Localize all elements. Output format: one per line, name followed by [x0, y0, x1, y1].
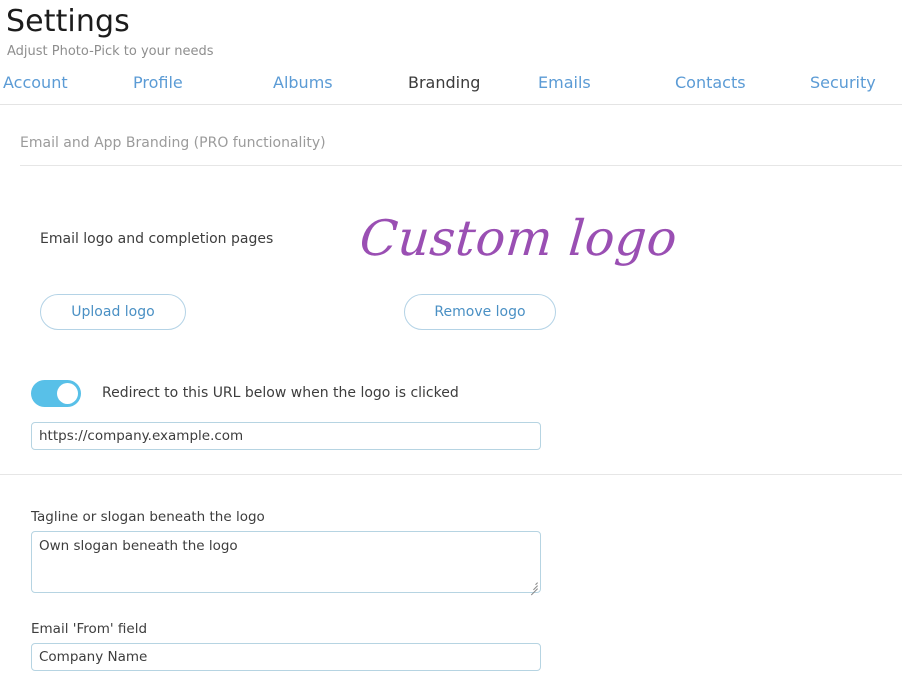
custom-logo-image: Custom logo [357, 210, 680, 267]
tagline-textarea-wrap [31, 531, 541, 596]
tab-albums[interactable]: Albums [273, 73, 408, 93]
settings-tab-bar: Account Profile Albums Branding Emails C… [0, 73, 902, 105]
email-from-label: Email 'From' field [31, 621, 148, 637]
toggle-knob [57, 382, 78, 404]
tab-contacts[interactable]: Contacts [675, 73, 810, 93]
page-header: Settings Adjust Photo-Pick to your needs [0, 0, 902, 61]
logo-button-row: Upload logo Remove logo [0, 294, 902, 332]
email-from-block: Email 'From' field [0, 620, 902, 671]
tab-account[interactable]: Account [3, 73, 133, 93]
logo-row: Email logo and completion pages Custom l… [0, 202, 902, 276]
tab-branding[interactable]: Branding [408, 73, 538, 93]
section-heading-block: Email and App Branding (PRO functionalit… [0, 134, 902, 152]
redirect-toggle-label: Redirect to this URL below when the logo… [102, 385, 459, 401]
page-subtitle: Adjust Photo-Pick to your needs [7, 44, 214, 59]
tab-security[interactable]: Security [810, 73, 900, 93]
tab-emails[interactable]: Emails [538, 73, 675, 93]
redirect-url-input[interactable] [31, 422, 541, 450]
tab-profile[interactable]: Profile [133, 73, 273, 93]
logo-caption: Email logo and completion pages [40, 231, 274, 247]
redirect-toggle-switch[interactable] [31, 379, 81, 407]
section-heading-label: Email and App Branding (PRO functionalit… [20, 135, 326, 151]
section-divider-middle [0, 474, 902, 475]
tagline-block: Tagline or slogan beneath the logo [0, 508, 902, 596]
remove-logo-button[interactable]: Remove logo [404, 294, 556, 330]
upload-logo-button[interactable]: Upload logo [40, 294, 186, 330]
tagline-textarea[interactable] [31, 531, 541, 593]
redirect-url-block [0, 422, 902, 450]
tagline-label: Tagline or slogan beneath the logo [31, 509, 265, 525]
section-divider-top [20, 165, 902, 166]
page-title: Settings [6, 4, 130, 39]
redirect-toggle-row: Redirect to this URL below when the logo… [0, 379, 902, 407]
email-from-input[interactable] [31, 643, 541, 671]
